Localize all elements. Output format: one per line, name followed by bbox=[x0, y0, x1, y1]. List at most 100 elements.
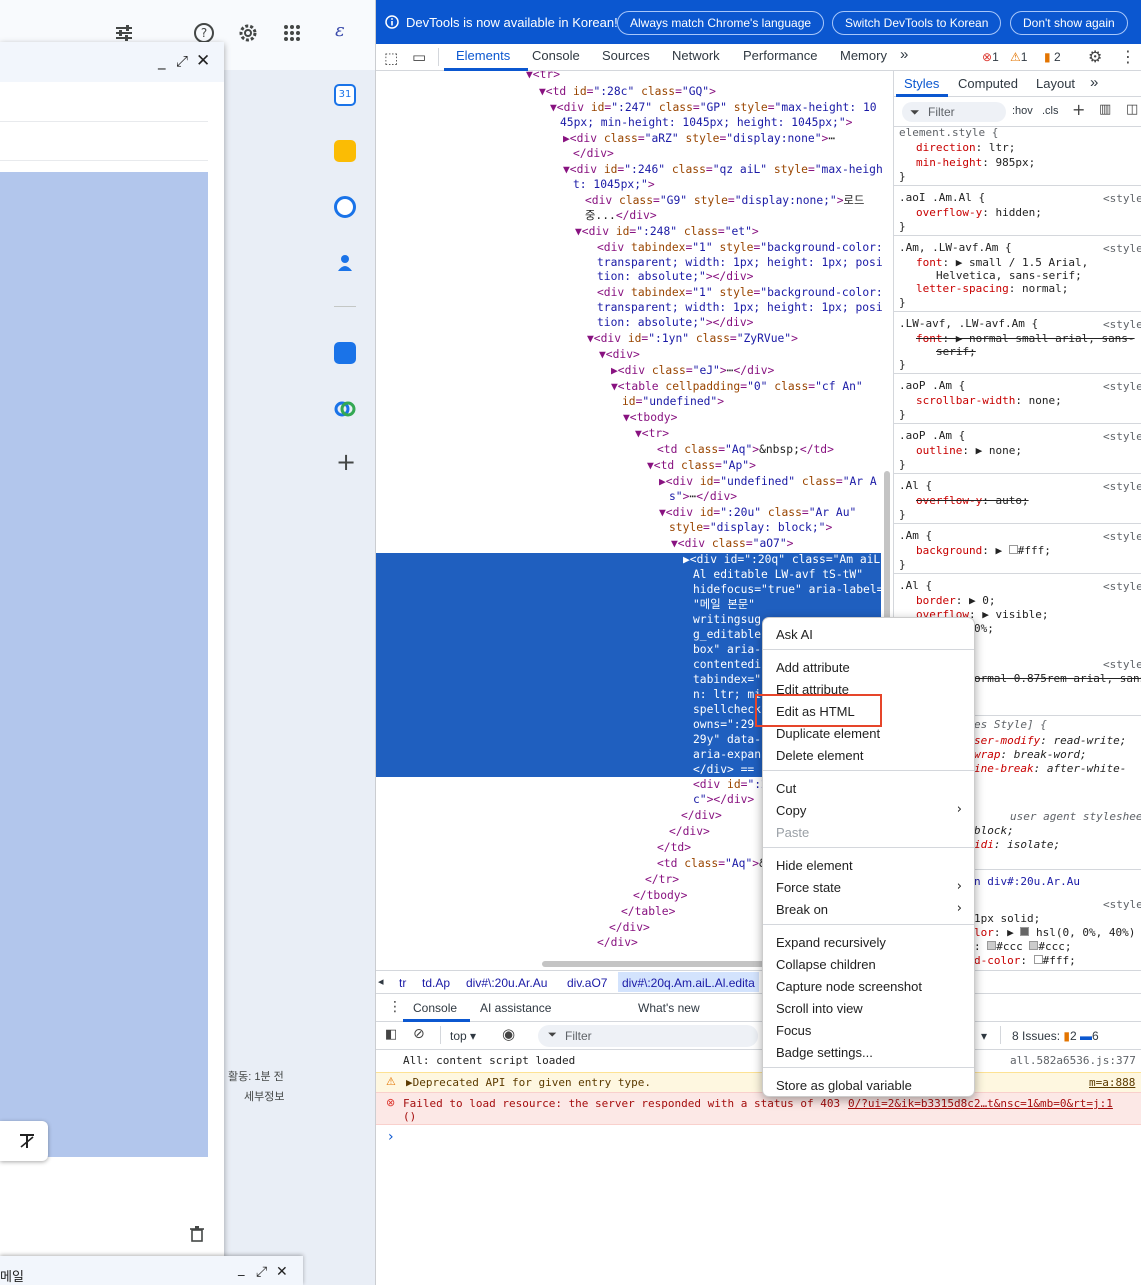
dom-line-selected[interactable]: ▶<div id=":20q" class="Am aiL bbox=[683, 553, 880, 567]
details-link[interactable]: 세부정보 bbox=[244, 1088, 284, 1104]
menu-item-store-as-global-variable[interactable]: Store as global variable bbox=[776, 1078, 912, 1093]
menu-item-copy[interactable]: Copy bbox=[776, 803, 806, 818]
warning-count[interactable]: ⚠1 bbox=[1010, 50, 1027, 64]
tasks-icon[interactable] bbox=[334, 196, 356, 218]
dom-line[interactable]: <td class="Aq">&nbsp;</td> bbox=[657, 443, 834, 457]
console-error-source[interactable]: 0/?ui=2&ik=b3315d8c2…t&nsc=1&mb=0&rt=j:1 bbox=[848, 1097, 1113, 1110]
styles-filter-input[interactable]: ⏷ Filter bbox=[902, 102, 1006, 122]
style-source-link[interactable]: <style bbox=[1103, 898, 1141, 912]
breadcrumb-item-selected[interactable]: div#\:20q.Am.aiL.Al.edita bbox=[618, 972, 759, 992]
compose2-close-icon[interactable]: ✕ bbox=[276, 1264, 288, 1280]
dom-line[interactable]: ▶<div class="aRZ" style="display:none">⋯ bbox=[563, 132, 835, 146]
dom-line[interactable]: ▼<div> bbox=[599, 348, 640, 362]
dom-line[interactable]: ▼<tr> bbox=[635, 427, 669, 441]
tab-memory[interactable]: Memory bbox=[840, 48, 887, 63]
menu-item-badge-settings[interactable]: Badge settings... bbox=[776, 1045, 873, 1060]
style-decl[interactable]: direction: ltr; bbox=[916, 141, 1015, 155]
compose2-minimize-icon[interactable]: _ bbox=[238, 1262, 245, 1277]
apps-grid-icon[interactable] bbox=[278, 22, 306, 49]
breadcrumb-item[interactable]: tr bbox=[399, 976, 406, 990]
console-warning-message[interactable]: ▶Deprecated API for given entry type. bbox=[406, 1076, 651, 1089]
dom-line[interactable]: ▶<div id="undefined" class="Ar A bbox=[659, 475, 877, 489]
style-decl[interactable]: border: ▶ 0; bbox=[916, 594, 996, 608]
menu-item-ask-ai[interactable]: Ask AI bbox=[776, 627, 813, 642]
style-source-link[interactable]: <style bbox=[1103, 318, 1141, 332]
dom-line[interactable]: ▼<div id=":246" class="qz aiL" style="ma… bbox=[563, 163, 883, 177]
more-options-icon[interactable]: ⋮ bbox=[1120, 47, 1136, 66]
devtools-settings-icon[interactable]: ⚙ bbox=[1088, 47, 1102, 66]
dom-line[interactable]: ▼<tbody> bbox=[623, 411, 677, 425]
style-source-link[interactable]: <style bbox=[1103, 192, 1141, 206]
style-source-link[interactable]: <style bbox=[1103, 530, 1141, 544]
minimize-icon[interactable]: _ bbox=[158, 52, 166, 70]
tab-sources[interactable]: Sources bbox=[602, 48, 650, 63]
meet-icon[interactable] bbox=[334, 342, 356, 364]
second-compose-bar[interactable]: 메일 _ ⤢ ✕ bbox=[0, 1256, 303, 1285]
cls-toggle[interactable]: .cls bbox=[1042, 105, 1059, 117]
dom-line[interactable]: <div class="G9" style="display:none;">로드 bbox=[585, 194, 864, 208]
dont-show-again-button[interactable]: Don't show again bbox=[1010, 11, 1128, 35]
issues-counter[interactable]: 8 Issues: ▮2 ▬6 bbox=[1012, 1029, 1099, 1043]
compose-body-selected[interactable] bbox=[0, 172, 208, 1157]
dom-line[interactable]: ▼<div id=":247" class="GP" style="max-he… bbox=[550, 101, 877, 115]
style-source-link[interactable]: <style bbox=[1103, 658, 1141, 672]
console-prompt-icon[interactable]: › bbox=[388, 1129, 394, 1145]
dom-line[interactable]: ▼<div id=":248" class="et"> bbox=[575, 225, 759, 239]
menu-item-add-attribute[interactable]: Add attribute bbox=[776, 660, 850, 675]
style-source-link[interactable]: <style bbox=[1103, 380, 1141, 394]
remove-formatting-button[interactable] bbox=[0, 1121, 48, 1161]
more-tabs-chevron-icon[interactable]: » bbox=[900, 46, 908, 63]
keep-icon[interactable] bbox=[334, 140, 356, 162]
addon-icon[interactable] bbox=[334, 398, 356, 420]
style-decl[interactable]: background: ▶ #fff; bbox=[916, 544, 1051, 558]
style-decl[interactable]: overflow-y: hidden; bbox=[916, 206, 1042, 220]
menu-item-break-on[interactable]: Break on bbox=[776, 902, 828, 917]
console-message-source[interactable]: all.582a6536.js:377 bbox=[1010, 1054, 1136, 1067]
toggle-sidebar-icon[interactable]: ◫ bbox=[1126, 102, 1138, 117]
more-panes-chevron-icon[interactable]: » bbox=[1090, 74, 1098, 91]
tab-network[interactable]: Network bbox=[672, 48, 720, 63]
device-toolbar-icon[interactable]: ▭ bbox=[412, 48, 426, 66]
style-source-link[interactable]: <style bbox=[1103, 430, 1141, 444]
menu-item-delete-element[interactable]: Delete element bbox=[776, 748, 863, 763]
hov-toggle[interactable]: :hov bbox=[1012, 105, 1033, 117]
switch-to-korean-button[interactable]: Switch DevTools to Korean bbox=[832, 11, 1002, 35]
close-icon[interactable]: ✕ bbox=[196, 51, 210, 71]
menu-item-collapse-children[interactable]: Collapse children bbox=[776, 957, 876, 972]
console-input-area[interactable] bbox=[376, 1160, 1141, 1285]
style-decl-overridden[interactable]: font: ▶ normal small arial, sans- bbox=[916, 332, 1135, 346]
compose2-expand-icon[interactable]: ⤢ bbox=[256, 1264, 267, 1280]
style-decl[interactable]: letter-spacing: normal; bbox=[916, 282, 1068, 296]
dom-line[interactable]: ▼<div id=":20u" class="Ar Au" bbox=[659, 506, 856, 520]
dom-line[interactable]: ▼<table cellpadding="0" class="cf An" bbox=[611, 380, 863, 394]
menu-item-force-state[interactable]: Force state bbox=[776, 880, 841, 895]
dom-line[interactable]: <td class="Aq">& bbox=[657, 857, 766, 871]
menu-item-duplicate-element[interactable]: Duplicate element bbox=[776, 726, 880, 741]
tab-elements[interactable]: Elements bbox=[456, 48, 510, 63]
style-decl[interactable]: scrollbar-width: none; bbox=[916, 394, 1062, 408]
dom-line[interactable]: ▼<div class="aO7"> bbox=[671, 537, 793, 551]
calendar-icon[interactable]: 31 bbox=[334, 84, 356, 106]
console-warning-source[interactable]: m=a:888 bbox=[1089, 1076, 1135, 1089]
style-decl[interactable]: wrap: break-word; bbox=[974, 748, 1087, 762]
context-select[interactable]: top ▾ bbox=[450, 1029, 476, 1043]
inherited-from-link[interactable]: n div#:20u.Ar.Au bbox=[974, 875, 1080, 889]
dom-line[interactable]: ▼<tr> bbox=[526, 71, 560, 82]
style-decl[interactable]: ine-break: after-white- bbox=[974, 762, 1126, 776]
live-expression-eye-icon[interactable]: ◉ bbox=[502, 1025, 515, 1043]
style-source-link[interactable]: <style bbox=[1103, 580, 1141, 594]
drawer-tab-console[interactable]: Console bbox=[413, 1001, 457, 1015]
menu-item-capture-node-screenshot[interactable]: Capture node screenshot bbox=[776, 979, 922, 994]
menu-item-cut[interactable]: Cut bbox=[776, 781, 796, 796]
settings-gear-icon[interactable] bbox=[234, 22, 262, 49]
inspect-element-icon[interactable]: ⬚ bbox=[384, 49, 398, 67]
breadcrumb-item[interactable]: div.aO7 bbox=[567, 976, 607, 990]
style-decl[interactable]: min-height: 985px; bbox=[916, 156, 1035, 170]
dom-line[interactable]: ▼<td class="Ap"> bbox=[647, 459, 756, 473]
menu-item-focus[interactable]: Focus bbox=[776, 1023, 811, 1038]
style-decl[interactable]: ser-modify: read-write; bbox=[974, 734, 1126, 748]
tab-console[interactable]: Console bbox=[532, 48, 580, 63]
tab-layout[interactable]: Layout bbox=[1036, 76, 1075, 91]
tab-styles[interactable]: Styles bbox=[904, 76, 939, 91]
tab-computed[interactable]: Computed bbox=[958, 76, 1018, 91]
